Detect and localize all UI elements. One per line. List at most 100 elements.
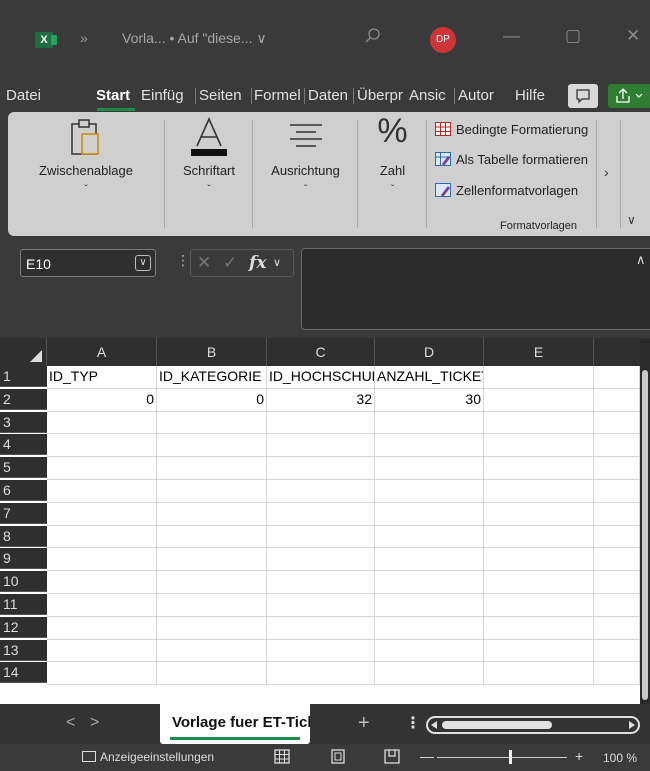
row-header[interactable]: 8 <box>0 525 47 547</box>
document-title[interactable]: Vorla... • Auf "diese... ∨ <box>122 30 267 47</box>
grid-cell[interactable] <box>267 616 375 640</box>
grid-cell[interactable] <box>47 616 157 640</box>
grid-cell[interactable] <box>484 366 594 389</box>
horizontal-scrollbar[interactable] <box>426 716 640 734</box>
grid-cell[interactable]: 0 <box>47 388 157 412</box>
grid-cell[interactable]: 30 <box>375 388 484 412</box>
grid-cell[interactable] <box>375 502 484 526</box>
grid-cell[interactable] <box>47 548 157 572</box>
column-header-c[interactable]: C <box>267 338 375 366</box>
number-group[interactable]: % Zahl ˇ <box>359 112 426 236</box>
tab-hilfe[interactable]: Hilfe <box>515 87 560 104</box>
grid-cell[interactable] <box>375 480 484 503</box>
check-icon[interactable]: ✓ <box>223 253 237 273</box>
grid-cell[interactable] <box>375 457 484 480</box>
vertical-scroll-thumb[interactable] <box>642 370 648 700</box>
page-layout-icon[interactable] <box>330 749 346 764</box>
grid-cell[interactable] <box>594 480 640 503</box>
grid-cell[interactable] <box>47 639 157 663</box>
tab-seitenlayout[interactable]: Seiten <box>199 87 248 104</box>
grid-cell[interactable] <box>594 411 640 435</box>
grid-cell[interactable] <box>157 457 267 480</box>
cancel-icon[interactable]: ✕ <box>197 253 211 273</box>
grid-cell[interactable] <box>375 434 484 458</box>
minimize-button[interactable]: — <box>503 26 520 46</box>
tab-formeln[interactable]: Formel <box>254 87 302 104</box>
grid-cell[interactable] <box>484 639 594 663</box>
worksheet-grid[interactable]: A B C D E 1 ID_TYP ID_KATEGORIE ID_HOCHSCHU… <box>0 338 650 704</box>
grid-cell[interactable] <box>594 639 640 663</box>
select-all-button[interactable] <box>0 338 47 366</box>
grid-cell[interactable] <box>484 662 594 686</box>
row-header[interactable]: 1 <box>0 366 47 387</box>
font-group[interactable]: Schriftart ˇ <box>166 112 252 236</box>
formula-bar-drag-handle[interactable]: ⋮ <box>176 252 190 269</box>
grid-cell[interactable]: 0 <box>157 388 267 412</box>
grid-cell[interactable] <box>484 525 594 549</box>
grid-cell[interactable] <box>594 662 640 686</box>
search-icon[interactable] <box>365 28 381 44</box>
grid-cell[interactable] <box>267 434 375 458</box>
tab-datei[interactable]: Datei <box>6 87 61 104</box>
scroll-right-icon[interactable] <box>629 721 635 729</box>
comments-button[interactable] <box>568 84 598 108</box>
display-settings-button[interactable]: Anzeigeeinstellungen <box>82 750 214 764</box>
zoom-in-button[interactable]: + <box>575 748 583 764</box>
grid-cell[interactable] <box>47 594 157 617</box>
grid-cell[interactable] <box>47 457 157 480</box>
cell-styles-button[interactable]: Zellenformatvorlagen <box>435 183 578 198</box>
grid-cell[interactable]: ANZAHL_TICKETS <box>375 366 484 389</box>
grid-cell[interactable] <box>157 480 267 503</box>
grid-cell[interactable]: ID_KATEGORIE <box>157 366 267 389</box>
grid-cell[interactable] <box>484 388 594 412</box>
grid-cell[interactable] <box>157 525 267 549</box>
tab-automate[interactable]: Autor <box>458 87 504 104</box>
grid-cell[interactable] <box>375 594 484 617</box>
grid-cell[interactable] <box>267 411 375 435</box>
page-break-preview-icon[interactable] <box>384 749 400 764</box>
row-header[interactable]: 3 <box>0 411 47 433</box>
grid-cell[interactable] <box>375 411 484 435</box>
grid-cell[interactable] <box>157 502 267 526</box>
grid-cell[interactable] <box>375 548 484 572</box>
grid-cell[interactable] <box>594 434 640 458</box>
grid-cell[interactable] <box>157 571 267 594</box>
grid-cell[interactable] <box>267 662 375 686</box>
grid-cell[interactable] <box>484 457 594 480</box>
grid-cell[interactable] <box>484 480 594 503</box>
grid-cell[interactable] <box>47 525 157 549</box>
grid-cell[interactable] <box>484 434 594 458</box>
grid-cell[interactable] <box>47 502 157 526</box>
grid-cell[interactable] <box>375 525 484 549</box>
row-header[interactable]: 2 <box>0 388 47 410</box>
row-header[interactable]: 14 <box>0 662 47 684</box>
row-header[interactable]: 10 <box>0 571 47 593</box>
quick-access-more-icon[interactable]: » <box>80 30 88 46</box>
grid-cell[interactable]: ID_HOCHSCHULE <box>267 366 375 389</box>
row-header[interactable]: 7 <box>0 502 47 524</box>
formula-input[interactable] <box>301 248 650 330</box>
zoom-level[interactable]: 100 % <box>603 751 637 765</box>
column-header-f[interactable] <box>594 338 640 366</box>
zoom-out-button[interactable]: — <box>420 748 434 764</box>
clipboard-group[interactable]: Zwischenablage ˇ <box>8 112 164 236</box>
grid-cell[interactable] <box>484 616 594 640</box>
zoom-slider[interactable] <box>437 757 567 758</box>
grid-cell[interactable] <box>267 594 375 617</box>
grid-cell[interactable] <box>594 388 640 412</box>
column-header-e[interactable]: E <box>484 338 594 366</box>
ribbon-collapse-icon[interactable]: ∨ <box>627 213 636 227</box>
grid-cell[interactable] <box>157 616 267 640</box>
grid-cell[interactable] <box>594 616 640 640</box>
row-header[interactable]: 9 <box>0 548 47 570</box>
next-sheet-button[interactable]: > <box>90 714 99 732</box>
grid-cell[interactable] <box>484 594 594 617</box>
chevron-down-icon[interactable]: ∨ <box>135 255 151 271</box>
grid-cell[interactable] <box>157 662 267 686</box>
user-avatar[interactable]: DP <box>430 27 456 53</box>
column-header-b[interactable]: B <box>157 338 267 366</box>
grid-cell[interactable] <box>375 616 484 640</box>
grid-cell[interactable] <box>375 662 484 686</box>
tab-daten[interactable]: Daten <box>308 87 352 104</box>
row-header[interactable]: 6 <box>0 480 47 501</box>
